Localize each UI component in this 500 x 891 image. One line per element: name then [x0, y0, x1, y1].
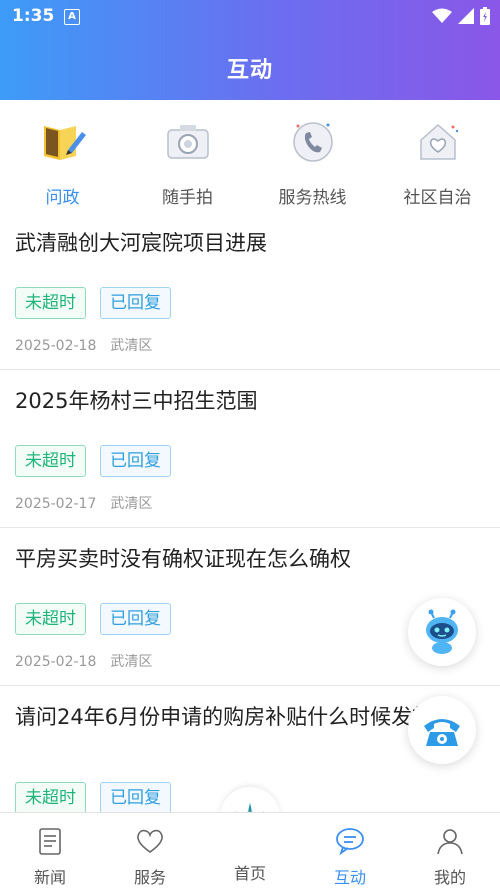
quick-hotline[interactable]: 服务热线 — [250, 110, 375, 210]
phone-icon — [292, 122, 333, 162]
house-heart-icon — [419, 123, 458, 160]
post-title: 请问24年6月份申请的购房补贴什么时候发放？ — [15, 705, 455, 729]
status-icons — [432, 6, 490, 26]
app-header: 1:35 A 互动 — [0, 0, 500, 100]
status-badge: 未超时 — [15, 603, 86, 635]
battery-icon — [480, 7, 490, 25]
post-meta: 2025-02-18 武清区 — [15, 335, 152, 355]
tab-home-spacer — [234, 825, 266, 857]
post-district: 武清区 — [110, 496, 153, 512]
post-tags: 未超时 已回复 — [15, 782, 171, 814]
status-bar: 1:35 A — [0, 0, 500, 34]
camera-icon — [166, 125, 209, 159]
post-date: 2025-02-18 — [15, 654, 97, 670]
tab-interact[interactable]: 互动 — [300, 813, 400, 891]
user-icon — [437, 829, 463, 855]
tab-service[interactable]: 服务 — [100, 813, 200, 891]
list-item[interactable]: 2025年杨村三中招生范围 未超时 已回复 2025-02-17 武清区 — [0, 370, 500, 528]
document-icon — [39, 828, 61, 855]
quick-community[interactable]: 社区自治 — [375, 110, 500, 210]
status-badge: 已回复 — [100, 782, 171, 814]
telephone-icon — [424, 719, 460, 746]
quick-actions: 问政 随手拍 服务热线 社区自治 — [0, 110, 500, 210]
post-title: 武清融创大河宸院项目进展 — [15, 231, 267, 255]
status-badge: 未超时 — [15, 782, 86, 814]
signal-icon — [458, 8, 474, 24]
status-badge: 未超时 — [15, 445, 86, 477]
status-time: 1:35 — [12, 6, 55, 26]
tab-news[interactable]: 新闻 — [0, 813, 100, 891]
post-tags: 未超时 已回复 — [15, 287, 171, 319]
quick-wenzheng[interactable]: 问政 — [0, 110, 125, 210]
quick-label: 随手拍 — [162, 188, 213, 208]
robot-assistant-button[interactable] — [408, 598, 476, 666]
quick-label: 社区自治 — [403, 188, 472, 208]
tab-home[interactable]: 首页 — [200, 813, 300, 891]
heart-icon — [137, 829, 163, 853]
quick-label: 服务热线 — [278, 188, 347, 208]
status-badge: 已回复 — [100, 287, 171, 319]
status-badge: 已回复 — [100, 603, 171, 635]
post-tags: 未超时 已回复 — [15, 445, 171, 477]
post-date: 2025-02-18 — [15, 338, 97, 354]
chat-bubble-icon — [336, 828, 364, 856]
page-title: 互动 — [226, 58, 273, 83]
post-district: 武清区 — [110, 654, 153, 670]
bottom-tab-bar: 新闻 服务 首页 互动 我的 — [0, 812, 500, 891]
tab-mine[interactable]: 我的 — [400, 813, 500, 891]
post-meta: 2025-02-17 武清区 — [15, 493, 152, 513]
status-badge: 已回复 — [100, 445, 171, 477]
notification-icon: A — [64, 9, 80, 25]
post-meta: 2025-02-18 武清区 — [15, 651, 152, 671]
post-district: 武清区 — [110, 338, 153, 354]
post-title: 平房买卖时没有确权证现在怎么确权 — [15, 547, 351, 571]
tab-label: 新闻 — [33, 868, 66, 887]
tab-label: 首页 — [233, 864, 266, 883]
list-item[interactable]: 武清融创大河宸院项目进展 未超时 已回复 2025-02-18 武清区 — [0, 212, 500, 370]
status-badge: 未超时 — [15, 287, 86, 319]
post-tags: 未超时 已回复 — [15, 603, 171, 635]
tab-label: 互动 — [333, 868, 366, 887]
tab-label: 服务 — [133, 868, 166, 887]
quick-label: 问政 — [45, 188, 80, 208]
quick-suishoupai[interactable]: 随手拍 — [125, 110, 250, 210]
post-date: 2025-02-17 — [15, 496, 97, 512]
book-pen-icon — [43, 126, 86, 160]
wifi-icon — [432, 8, 452, 23]
tab-label: 我的 — [433, 868, 466, 887]
post-title: 2025年杨村三中招生范围 — [15, 389, 258, 413]
hotline-call-button[interactable] — [408, 696, 476, 764]
robot-icon — [426, 609, 458, 654]
